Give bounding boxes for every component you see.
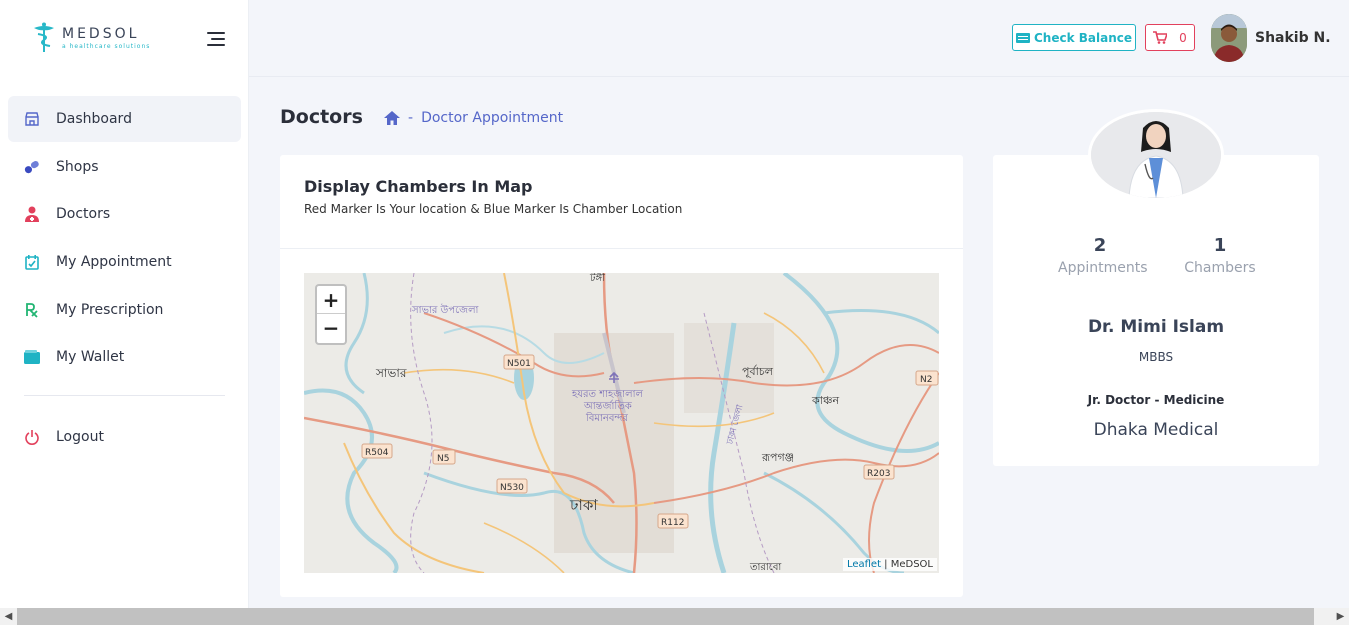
zoom-in-button[interactable]: + [317,286,345,314]
brand-tagline: a healthcare solutions [62,43,151,50]
sidebar-item-label: My Appointment [56,254,172,271]
home-icon[interactable] [384,111,400,125]
map-label-n530: N530 [500,483,524,493]
wallet-icon [24,349,40,365]
map-label-airport-1: হযরত শাহজালাল [571,389,643,400]
sidebar-item-label: My Prescription [56,301,164,318]
brand-name: MEDSOL [62,26,140,42]
breadcrumb-current[interactable]: Doctor Appointment [421,110,563,126]
breadcrumb: - Doctor Appointment [384,110,563,126]
check-balance-button[interactable]: Check Balance [1012,24,1136,51]
sidebar: MEDSOL a healthcare solutions Dashboard … [0,0,249,608]
sidebar-item-doctors[interactable]: Doctors [8,191,241,237]
brand-logo[interactable]: MEDSOL a healthcare solutions [32,22,150,54]
check-balance-label: Check Balance [1033,30,1132,45]
menu-toggle-icon[interactable] [207,32,225,46]
cart-button[interactable]: 0 [1145,24,1195,51]
doctor-role: Jr. Doctor - Medicine [1087,393,1225,407]
map-card-title: Display Chambers In Map [304,177,533,196]
map-attribution: Leaflet | MeDSOL [842,558,937,571]
map-label-n2: N2 [920,375,932,385]
sidebar-item-my-wallet[interactable]: My Wallet [8,334,241,380]
map-card: Display Chambers In Map Red Marker Is Yo… [280,155,963,597]
scroll-right-icon[interactable]: ▶ [1332,608,1349,625]
sidebar-item-label: My Wallet [56,349,125,366]
sidebar-item-label: Logout [56,429,104,446]
sidebar-item-label: Dashboard [56,111,132,127]
doctor-card: 2 Appintments 1 Chambers Dr. Mimi Islam … [993,109,1319,466]
appointments-stat: 2 Appintments [1058,235,1148,276]
map-label-purbachal: পূর্বাচল [742,365,774,378]
chamber-map[interactable]: টঙ্গী সাভার উপজেলা সাভার N501 পূর্বাচল N… [304,273,939,573]
page-title: Doctors [280,106,363,128]
doctor-icon [24,206,40,223]
topbar: Check Balance 0 Shakib N. [249,0,1349,77]
leaflet-link[interactable]: Leaflet [847,559,881,570]
map-label-airport-2: আন্তর্জাতিক [583,400,633,412]
horizontal-scrollbar[interactable]: ◀ ▶ [0,608,1349,625]
sidebar-item-label: Doctors [56,206,111,223]
cart-icon [1153,31,1168,44]
power-icon [24,429,40,446]
scrollbar-thumb[interactable] [17,608,1314,625]
map-card-subtitle: Red Marker Is Your location & Blue Marke… [304,202,683,216]
map-label-kanchan: কাঞ্চন [811,394,839,407]
map-label-r112: R112 [661,518,684,528]
appointments-count: 2 [1093,235,1107,256]
avatar[interactable] [1211,14,1247,62]
map-label-dhaka: ঢাকা [569,496,598,514]
map-label-savar-upazila: সাভার উপজেলা [411,303,480,316]
map-label-n501: N501 [507,359,531,369]
map-label-tongi: টঙ্গী [589,273,605,284]
user-name[interactable]: Shakib N. [1255,30,1331,46]
sidebar-item-my-appointment[interactable]: My Appointment [8,239,241,285]
map-label-r203: R203 [867,469,890,479]
sidebar-item-my-prescription[interactable]: My Prescription [8,287,241,333]
chambers-count: 1 [1213,235,1227,256]
sidebar-item-label: Shops [56,158,99,175]
credit-card-icon [1015,32,1030,43]
calendar-check-icon [24,254,40,270]
doctor-degree: MBBS [1138,350,1174,364]
sidebar-item-dashboard[interactable]: Dashboard [8,96,241,142]
chambers-stat: 1 Chambers [1180,235,1260,276]
zoom-out-button[interactable]: − [317,314,345,342]
map-card-header: Display Chambers In Map Red Marker Is Yo… [280,155,963,249]
attribution-text: | MeDSOL [881,559,933,570]
sidebar-item-logout[interactable]: Logout [8,414,241,460]
map-label-savar: সাভার [375,366,407,380]
map-label-r504: R504 [365,448,389,458]
store-icon [24,111,40,127]
map-tiles: টঙ্গী সাভার উপজেলা সাভার N501 পূর্বাচল N… [304,273,939,573]
breadcrumb-separator: - [408,110,414,126]
pills-icon [24,159,40,175]
map-label-tarabo: তারাবো [749,562,782,573]
doctor-hospital: Dhaka Medical [1093,420,1219,440]
sidebar-item-shops[interactable]: Shops [8,144,241,190]
sidebar-nav: Dashboard Shops Doctors My Appointment M… [8,96,241,462]
map-label-n5: N5 [437,454,449,464]
chambers-label: Chambers [1184,260,1256,276]
map-label-airport-3: বিমানবন্দর [585,412,628,424]
map-label-rupganj: রূপগঞ্জ [761,451,794,464]
doctor-name: Dr. Mimi Islam [1087,317,1225,337]
appointments-label: Appintments [1058,260,1148,276]
map-zoom-control: + − [315,284,347,345]
sidebar-divider [24,395,225,397]
caduceus-icon [34,22,54,52]
doctor-photo [1088,109,1224,201]
prescription-icon [24,302,40,318]
cart-count: 0 [1179,30,1187,45]
scroll-left-icon[interactable]: ◀ [0,608,17,625]
